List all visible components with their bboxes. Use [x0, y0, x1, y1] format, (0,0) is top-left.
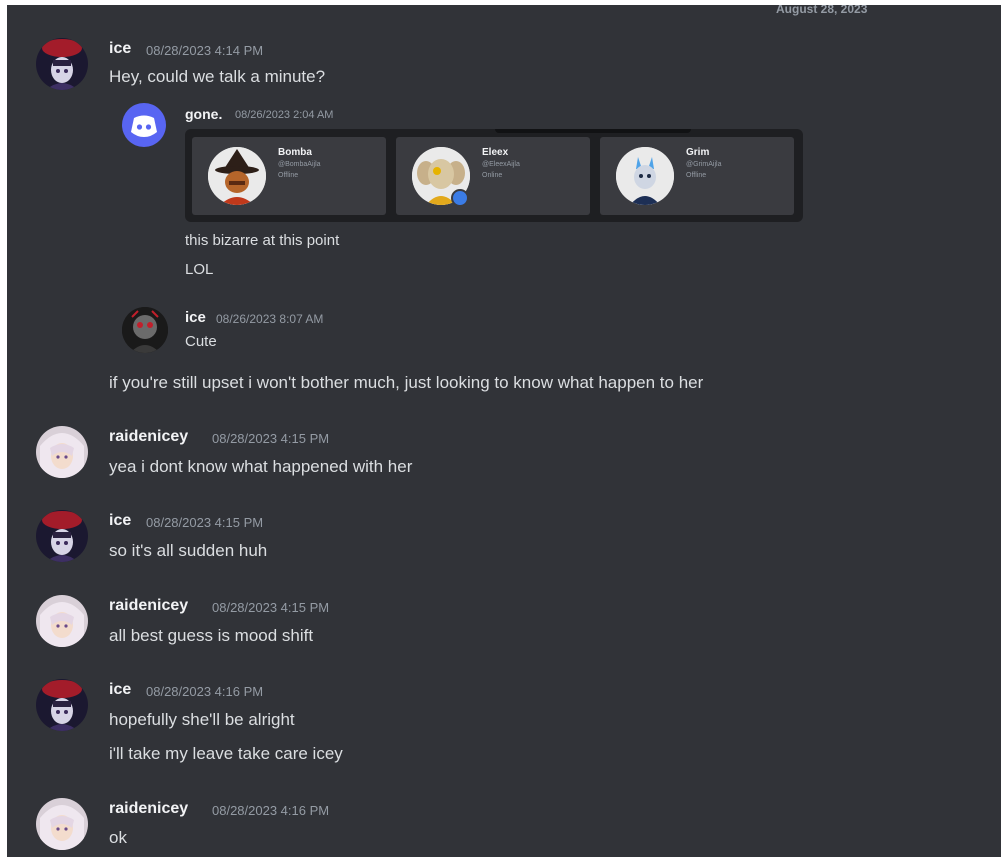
- avatar: [208, 147, 266, 205]
- card-name: Grim: [686, 147, 710, 158]
- message-text: hopefully she'll be alright: [109, 710, 295, 729]
- card-name: Eleex: [482, 147, 509, 158]
- message-text: ok: [109, 828, 127, 847]
- message-text: if you're still upset i won't bother muc…: [109, 373, 704, 392]
- author-name[interactable]: ice: [185, 309, 206, 326]
- avatar[interactable]: [36, 38, 88, 90]
- avatar[interactable]: [36, 510, 88, 562]
- card-status: Offline: [278, 172, 299, 179]
- timestamp: 08/28/2023 4:16 PM: [146, 684, 264, 699]
- status-badge: [451, 189, 469, 207]
- message-text: so it's all sudden huh: [109, 541, 268, 560]
- author-name[interactable]: raidenicey: [109, 428, 188, 446]
- card-handle: @BombaAijla: [278, 161, 321, 168]
- profile-card[interactable]: Eleex @EleexAijla Online: [396, 137, 590, 215]
- author-name[interactable]: gone.: [185, 106, 222, 122]
- discord-logo-icon[interactable]: [122, 103, 166, 147]
- message-text: this bizarre at this point: [185, 232, 340, 249]
- embed-tab: [495, 129, 691, 133]
- timestamp: 08/28/2023 4:15 PM: [212, 600, 330, 615]
- message-text: yea i dont know what happened with her: [109, 457, 413, 476]
- card-status: Online: [482, 172, 503, 179]
- card-name: Bomba: [278, 147, 312, 158]
- avatar[interactable]: [122, 307, 168, 353]
- profile-card[interactable]: Grim @GrimAijla Offline: [600, 137, 794, 215]
- message-text: Hey, could we talk a minute?: [109, 67, 326, 86]
- avatar: [616, 147, 674, 205]
- author-name[interactable]: ice: [109, 681, 131, 699]
- author-name[interactable]: raidenicey: [109, 800, 188, 818]
- chat-panel: August 28, 2023 ice 08/28/2023 4:14 PM H…: [7, 5, 1001, 857]
- date-divider: August 28, 2023: [776, 5, 868, 16]
- author-name[interactable]: ice: [109, 40, 131, 58]
- timestamp: 08/28/2023 4:16 PM: [212, 803, 330, 818]
- timestamp: 08/28/2023 4:14 PM: [146, 43, 264, 58]
- profile-card[interactable]: Bomba @BombaAijla Offline: [192, 137, 386, 215]
- card-handle: @GrimAijla: [686, 161, 722, 168]
- author-name[interactable]: ice: [109, 512, 131, 530]
- timestamp: 08/28/2023 4:15 PM: [146, 515, 264, 530]
- timestamp: 08/26/2023 2:04 AM: [235, 109, 334, 121]
- timestamp: 08/26/2023 8:07 AM: [216, 312, 324, 326]
- avatar[interactable]: [36, 679, 88, 731]
- message-text: Cute: [185, 333, 217, 350]
- avatar[interactable]: [36, 426, 88, 478]
- message-text: all best guess is mood shift: [109, 626, 314, 645]
- message-text: i'll take my leave take care icey: [109, 744, 343, 763]
- card-handle: @EleexAijla: [482, 161, 520, 168]
- timestamp: 08/28/2023 4:15 PM: [212, 431, 330, 446]
- message-text: LOL: [185, 261, 214, 278]
- avatar[interactable]: [36, 798, 88, 850]
- author-name[interactable]: raidenicey: [109, 597, 188, 615]
- avatar[interactable]: [36, 595, 88, 647]
- profile-embed: Bomba @BombaAijla Offline Eleex @EleexAi…: [185, 129, 803, 222]
- card-status: Offline: [686, 172, 707, 179]
